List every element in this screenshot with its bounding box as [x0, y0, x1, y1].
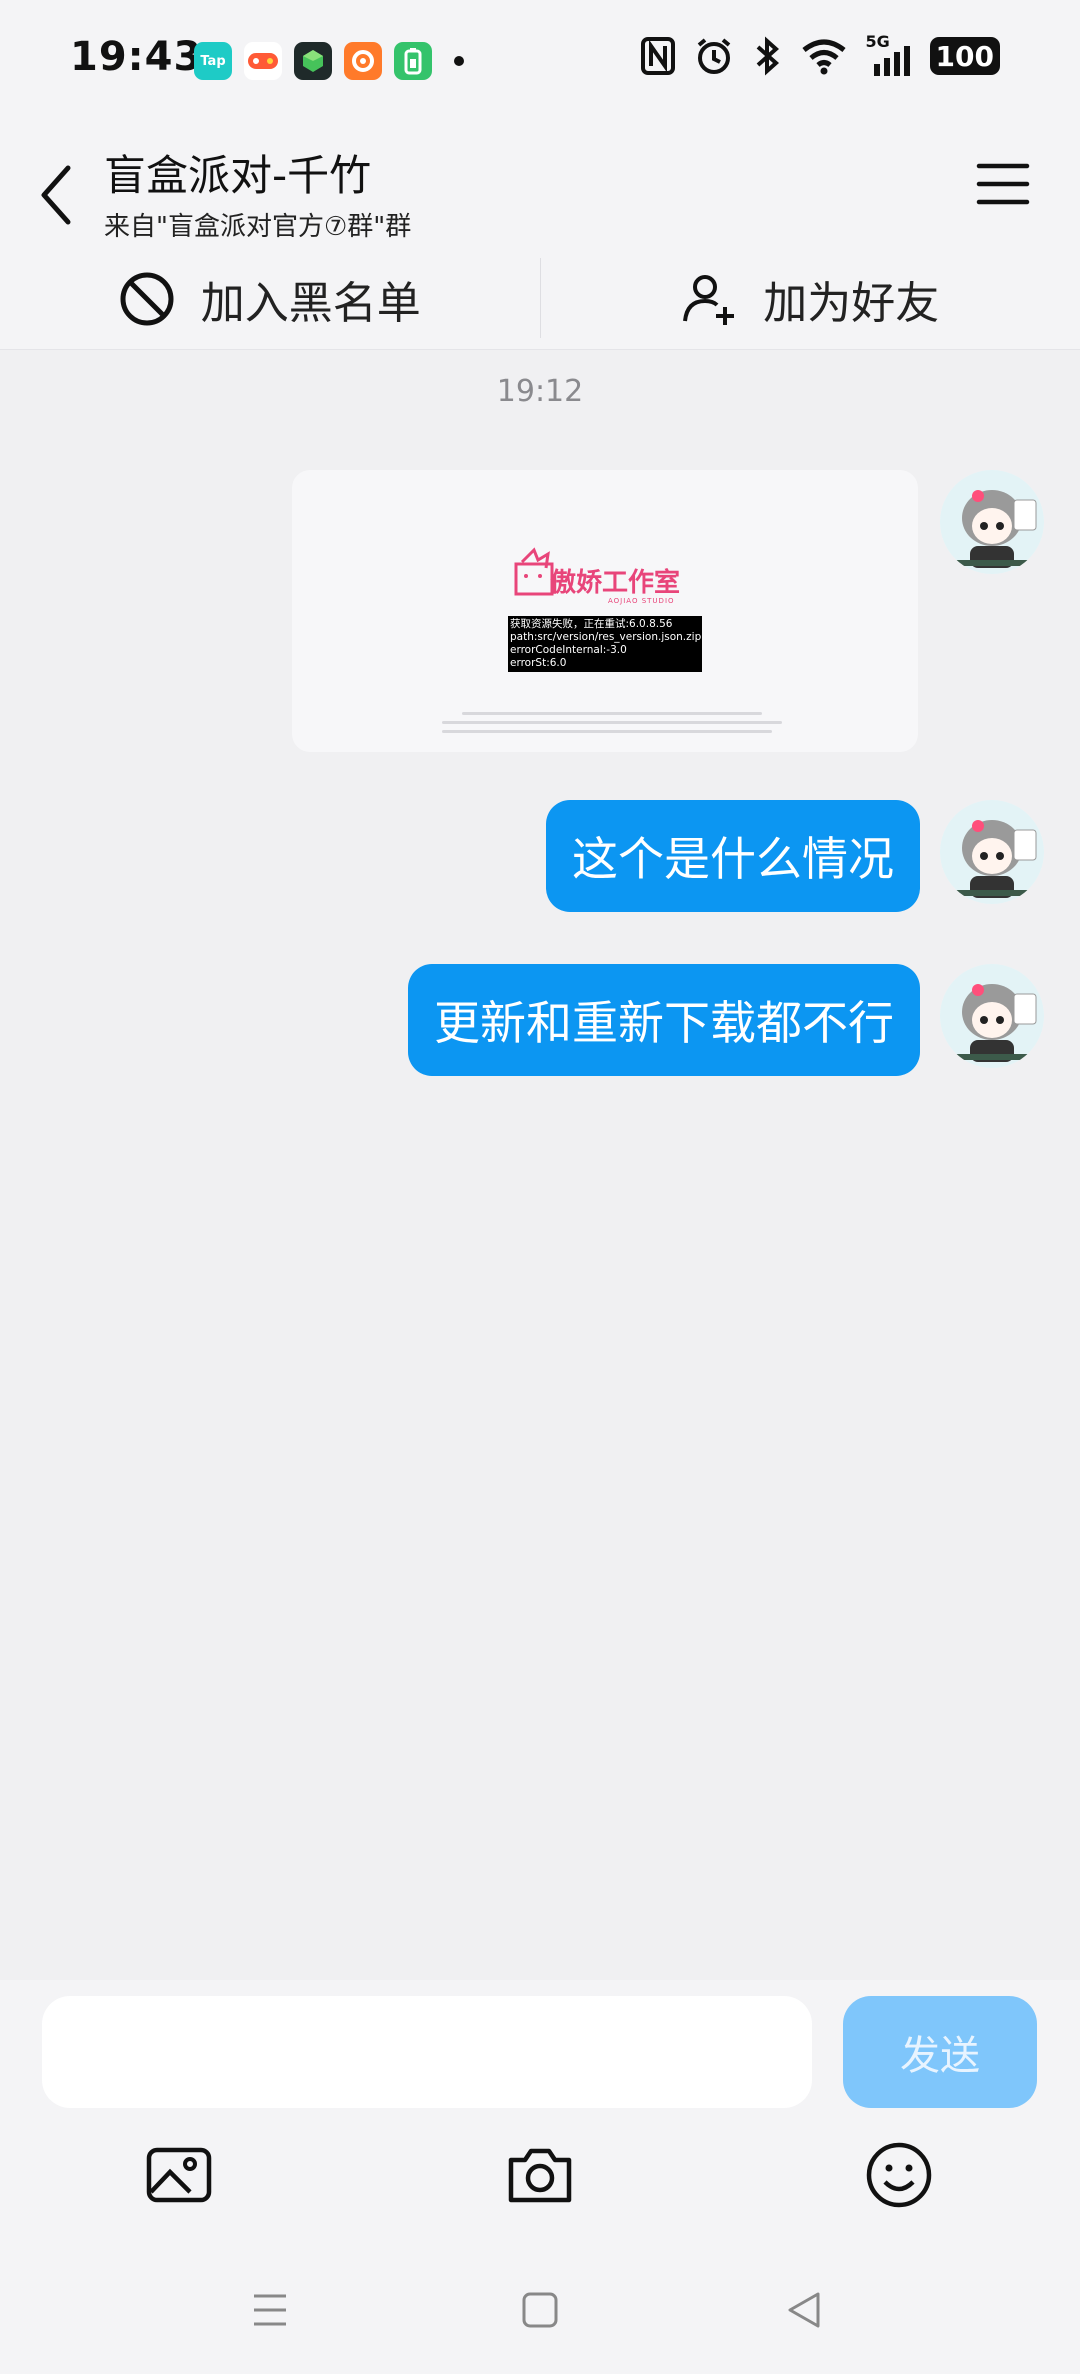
status-bar: 19:43 Tap 5G 100 — [0, 0, 1080, 120]
error-line: path:src/version/res_version.json.zip — [510, 631, 702, 643]
message-bubble[interactable]: 更新和重新下载都不行 — [408, 964, 920, 1076]
emoji-icon[interactable] — [864, 2140, 934, 2210]
add-friend-button[interactable]: 加为好友 — [541, 248, 1080, 349]
chat-timestamp: 19:12 — [496, 374, 584, 409]
game-center-notification-icon — [244, 42, 282, 80]
more-notifications-dot — [454, 56, 464, 66]
back-arrow-icon[interactable] — [36, 160, 76, 230]
alarm-icon — [697, 38, 730, 74]
notification-icons: Tap — [194, 42, 464, 80]
add-friend-label: 加为好友 — [763, 277, 940, 329]
image-picker-icon[interactable] — [144, 2140, 214, 2210]
battery-indicator: 100 — [929, 37, 1000, 75]
bluetooth-icon — [756, 36, 779, 76]
taptap-notification-icon: Tap — [194, 42, 232, 80]
avatar[interactable] — [940, 964, 1044, 1068]
error-line: errorSt:6.0 — [510, 657, 567, 669]
error-log: 获取资源失败，正在重试:6.0.8.56 path:src/version/re… — [508, 616, 702, 672]
camera-icon[interactable] — [505, 2140, 575, 2210]
chat-title: 盲盒派对-千竹 — [104, 151, 372, 200]
battery-saver-notification-icon — [394, 42, 432, 80]
studio-logo-text: 傲娇工作室 — [550, 568, 681, 598]
cube-app-notification-icon — [294, 42, 332, 80]
cellular-signal-icon: 5G — [866, 32, 912, 76]
input-area: 发送 — [0, 1980, 1080, 2374]
chat-header: 盲盒派对-千竹 来自"盲盒派对官方⑦群"群 — [0, 120, 1080, 248]
message-bubble[interactable]: 这个是什么情况 — [546, 800, 920, 912]
nfc-icon — [640, 37, 675, 75]
avatar[interactable] — [940, 800, 1044, 904]
error-line: 获取资源失败，正在重试:6.0.8.56 — [510, 618, 673, 630]
studio-logo-subtext: AOJIAO STUDIO — [608, 597, 675, 605]
error-line: errorCodeInternal:-3.0 — [510, 644, 627, 656]
avatar[interactable] — [940, 470, 1044, 574]
wifi-icon — [801, 39, 846, 75]
chat-subtitle: 来自"盲盒派对官方⑦群"群 — [104, 212, 412, 242]
add-to-blacklist-label: 加入黑名单 — [200, 277, 421, 329]
home-icon[interactable] — [518, 2288, 562, 2332]
add-to-blacklist-button[interactable]: 加入黑名单 — [0, 248, 540, 349]
add-user-icon — [683, 274, 735, 325]
home-app-notification-icon — [344, 42, 382, 80]
status-time: 19:43 — [70, 34, 203, 80]
image-message[interactable]: 傲娇工作室 AOJIAO STUDIO 获取资源失败，正在重试:6.0.8.56… — [292, 470, 918, 752]
send-button[interactable]: 发送 — [843, 1996, 1037, 2108]
recent-apps-icon[interactable] — [248, 2288, 292, 2332]
system-icons: 5G 100 — [640, 32, 1000, 76]
back-nav-icon[interactable] — [782, 2288, 826, 2332]
block-icon — [120, 272, 174, 325]
action-bar: 加入黑名单 加为好友 — [0, 248, 1080, 350]
legal-fine-print — [432, 712, 792, 742]
message-input[interactable] — [42, 1996, 812, 2108]
menu-icon[interactable] — [976, 162, 1030, 206]
